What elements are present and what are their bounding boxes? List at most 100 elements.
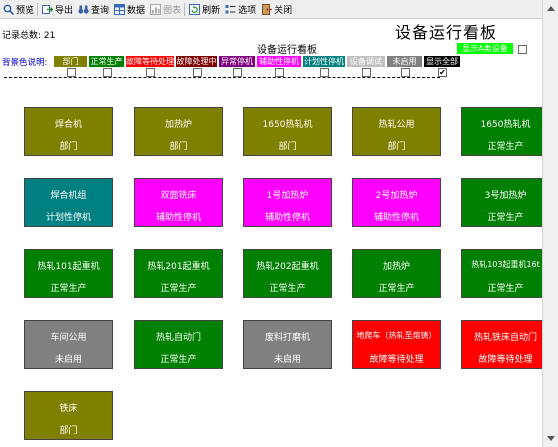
legend-chip: 未启用 [387,56,422,67]
equipment-card[interactable]: 2号加热炉辅助性停机 [352,178,441,227]
legend-checkbox[interactable] [193,68,202,77]
equipment-status: 计划性停机 [45,213,91,223]
preview-label: 预览 [16,5,35,16]
equipment-status: 故障等待处理 [369,355,424,365]
equipment-status: 正常生产 [487,142,524,152]
equipment-name: 铁床 [59,404,78,414]
equipment-name: 焊合机组 [50,191,87,201]
equipment-card[interactable]: 热轧103起重机16t 正常生产 [461,249,550,298]
legend-checkbox[interactable]: ✔ [438,68,447,77]
query-label: 查询 [91,5,110,16]
chart-button[interactable]: 图表 [147,1,183,17]
data-button[interactable]: 数据 [111,1,147,17]
options-button[interactable]: 选项 [222,1,258,17]
equipment-card[interactable]: 焊合机组 计划性停机 [24,178,113,227]
equipment-card[interactable]: 热轧公用 部门 [352,107,441,156]
equipment-status: 正常生产 [50,284,87,294]
equipment-name: 热轧公用 [378,120,415,130]
equipment-card[interactable]: 1号加热炉辅助性停机 [243,178,332,227]
legend-checkbox[interactable] [362,68,371,77]
equipment-name: 双面铣床 [160,191,197,201]
equipment-name: 车间公用 [50,333,87,343]
equipment-status: 正常生产 [487,284,524,294]
equipment-card[interactable]: 加热炉 部门 [134,107,223,156]
export-icon [42,4,54,15]
legend-chip: 异常停机 [219,56,255,67]
equipment-name: 热轧103起重机16t [471,260,540,269]
equipment-name: 1650热轧机 [480,120,531,130]
equipment-card[interactable]: 热轧自动门 正常生产 [134,320,223,369]
equipment-card[interactable]: 热轧202起重机 正常生产 [243,249,332,298]
data-label: 数据 [127,5,146,16]
equipment-status: 故障等待处理 [478,355,533,365]
query-button[interactable]: 查询 [75,1,111,17]
equipment-card[interactable]: 热轧101起重机 正常生产 [24,249,113,298]
equipment-status: 辅助性停机 [264,213,310,223]
binoculars-icon [78,4,89,15]
legend-checkbox[interactable] [401,68,410,77]
scroll-down-icon[interactable] [547,436,555,441]
show-a-class-checkbox[interactable] [518,45,527,54]
equipment-name: 加热炉 [382,262,410,272]
equipment-status: 未启用 [54,355,82,365]
legend-chip: 故障处理中 [176,56,217,67]
equipment-card[interactable]: 废料打磨机 未启用 [243,320,332,369]
equipment-name: 2号加热炉 [375,191,418,201]
equipment-status: 正常生产 [487,213,524,223]
record-count: 记录总数: 21 [2,31,56,41]
equipment-name: 废料打磨机 [264,333,310,343]
equipment-card[interactable]: 双面铣床 辅助性停机 [134,178,223,227]
equipment-name: 焊合机 [54,120,82,130]
equipment-card[interactable]: 铁床 部门 [24,391,113,440]
equipment-status: 部门 [387,142,406,152]
equipment-name: 热轧202起重机 [256,262,319,272]
close-label: 关闭 [274,5,293,16]
show-a-class-button[interactable]: 显示A类设备 [457,43,513,54]
grid-data-icon [114,3,126,15]
equipment-name: 热轧101起重机 [37,262,100,272]
toolbar-separator [184,2,186,16]
legend-divider [4,77,440,78]
equipment-status: 部门 [278,142,297,152]
export-button[interactable]: 导出 [39,1,75,17]
close-button[interactable]: 关闭 [258,1,294,17]
equipment-card[interactable]: 车间公用 未启用 [24,320,113,369]
legend-chip: 计划性停机 [303,56,345,67]
legend-chip: 显示全部 [424,56,460,67]
equipment-card[interactable]: 热轧铁床自动门 故障等待处理 [461,320,550,369]
options-icon [225,4,236,15]
refresh-icon [189,3,201,15]
equipment-status: 正常生产 [160,284,197,294]
equipment-name: 1号加热炉 [266,191,309,201]
legend-chip: 故障等待处理 [126,56,174,67]
magnifier-icon [3,4,15,15]
options-label: 选项 [238,5,257,16]
legend-checkbox[interactable] [320,68,329,77]
equipment-card[interactable]: 地爬车（热轧至熔铸） 故障等待处理 [352,320,441,369]
legend-chip: 辅助性停机 [257,56,301,67]
equipment-name: 热轧自动门 [155,333,201,343]
equipment-status: 部门 [169,142,188,152]
equipment-card[interactable]: 热轧201起重机 正常生产 [134,249,223,298]
equipment-status: 辅助性停机 [373,213,419,223]
refresh-button[interactable]: 刷新 [186,1,222,17]
equipment-status: 辅助性停机 [155,213,201,223]
legend-chip: 部门 [54,56,87,67]
equipment-card[interactable]: 3号加热炉 正常生产 [461,178,550,227]
legend-checkbox[interactable] [146,68,155,77]
equipment-card[interactable]: 1650热轧机 正常生产 [461,107,550,156]
vertical-scrollbar[interactable] [542,0,558,447]
equipment-name: 热轧铁床自动门 [473,333,537,343]
equipment-status: 部门 [59,142,78,152]
legend-checkbox[interactable] [103,68,112,77]
preview-button[interactable]: 预览 [0,1,36,17]
equipment-card[interactable]: 1650热轧机 部门 [243,107,332,156]
legend-checkbox[interactable] [233,68,242,77]
legend-checkbox[interactable] [67,68,76,77]
chart-label: 图表 [163,5,182,16]
equipment-name: 加热炉 [164,120,192,130]
scroll-up-icon[interactable] [547,6,555,11]
equipment-card[interactable]: 焊合机 部门 [24,107,113,156]
equipment-card[interactable]: 加热炉 正常生产 [352,249,441,298]
legend-checkbox[interactable] [275,68,284,77]
